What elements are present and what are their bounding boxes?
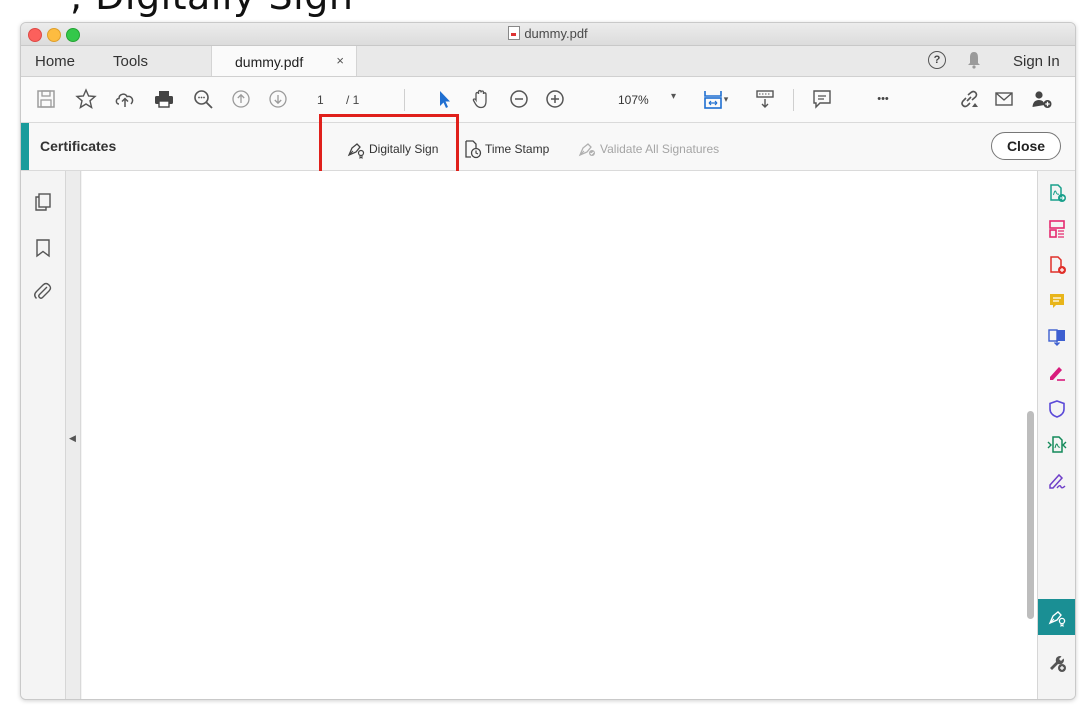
request-signatures-icon[interactable] xyxy=(1038,463,1075,499)
collapse-panel-handle[interactable]: ◀ xyxy=(66,171,81,699)
fill-sign-icon[interactable] xyxy=(1038,355,1075,391)
add-user-icon[interactable] xyxy=(1029,86,1055,112)
pdf-file-icon xyxy=(508,26,521,40)
zoom-dropdown-icon[interactable]: ▾ xyxy=(671,91,676,102)
more-tools-icon[interactable] xyxy=(1038,645,1075,681)
toolbar-accent xyxy=(21,123,29,170)
email-icon[interactable] xyxy=(991,86,1017,112)
combine-files-icon[interactable] xyxy=(1038,319,1075,355)
notifications-icon[interactable] xyxy=(967,51,981,69)
main-toolbar: 1 / 1 107% ▾ ▾ ••• xyxy=(21,77,1075,123)
document-page[interactable] xyxy=(82,171,1037,699)
page-thumbnails-icon[interactable] xyxy=(32,191,54,213)
left-navigation-panel xyxy=(21,171,66,699)
scrollbar-thumb[interactable] xyxy=(1027,411,1034,619)
window-title-text: dummy.pdf xyxy=(524,26,588,41)
next-page-icon[interactable] xyxy=(265,86,291,112)
scroll-mode-icon[interactable] xyxy=(752,86,778,112)
tab-bar: Home Tools dummy.pdf × ? Sign In xyxy=(21,46,1075,77)
sign-in-link[interactable]: Sign In xyxy=(1013,53,1060,70)
create-pdf-icon[interactable] xyxy=(1038,175,1075,211)
collapse-left-icon[interactable]: ◀ xyxy=(69,433,76,444)
save-icon[interactable] xyxy=(33,86,59,112)
page-total: / 1 xyxy=(346,93,360,107)
upload-cloud-icon[interactable] xyxy=(112,86,138,112)
time-stamp-icon xyxy=(465,140,482,159)
comment-icon[interactable] xyxy=(809,86,835,112)
select-pointer-icon[interactable] xyxy=(431,86,457,112)
zoom-out-icon[interactable] xyxy=(506,86,532,112)
page-number-input[interactable]: 1 xyxy=(317,93,324,107)
previous-page-icon[interactable] xyxy=(228,86,254,112)
bookmark-star-icon[interactable] xyxy=(73,86,99,112)
validate-signature-icon xyxy=(578,143,595,157)
zoom-in-icon[interactable] xyxy=(542,86,568,112)
title-bar: dummy.pdf xyxy=(21,23,1075,46)
toolbar-divider-2 xyxy=(793,89,794,111)
window-title: dummy.pdf xyxy=(21,26,1075,41)
export-pdf-icon[interactable] xyxy=(1038,247,1075,283)
share-link-icon[interactable] xyxy=(956,86,982,112)
validate-all-label: Validate All Signatures xyxy=(600,142,720,156)
attachments-icon[interactable] xyxy=(32,281,54,303)
vertical-scrollbar[interactable] xyxy=(1023,171,1037,699)
certificates-toolbar: Certificates Digitally Sign Time Stamp V… xyxy=(21,114,1075,177)
time-stamp-label: Time Stamp xyxy=(485,142,550,156)
certificates-title: Certificates xyxy=(40,138,117,154)
organize-pages-icon[interactable] xyxy=(1038,211,1075,247)
fit-dropdown-icon[interactable]: ▾ xyxy=(721,86,731,112)
print-icon[interactable] xyxy=(151,86,177,112)
zoom-find-icon[interactable] xyxy=(190,86,216,112)
more-tools-dots[interactable]: ••• xyxy=(870,86,896,112)
tools-pane xyxy=(1037,171,1075,699)
certificates-tool-icon[interactable] xyxy=(1038,599,1075,635)
page-heading-fragment: , Digitally Sign xyxy=(70,0,353,18)
compress-pdf-icon[interactable] xyxy=(1038,427,1075,463)
protect-icon[interactable] xyxy=(1038,391,1075,427)
tab-document-label: dummy.pdf xyxy=(235,54,304,70)
tab-tools[interactable]: Tools xyxy=(113,53,148,70)
close-tool-button[interactable]: Close xyxy=(991,132,1061,160)
close-tab-icon[interactable]: × xyxy=(336,53,344,68)
hand-tool-icon[interactable] xyxy=(468,86,494,112)
tab-home[interactable]: Home xyxy=(35,53,75,70)
zoom-level[interactable]: 107% xyxy=(618,93,649,107)
comment-tool-icon[interactable] xyxy=(1038,283,1075,319)
acrobat-window: dummy.pdf Home Tools dummy.pdf × ? Sign … xyxy=(20,22,1076,700)
highlight-box xyxy=(319,114,459,177)
help-icon[interactable]: ? xyxy=(928,51,946,69)
time-stamp-button[interactable]: Time Stamp xyxy=(462,139,549,159)
toolbar-divider xyxy=(404,89,405,111)
validate-all-signatures-button[interactable]: Validate All Signatures xyxy=(577,139,719,159)
bookmarks-icon[interactable] xyxy=(32,237,54,259)
tab-document[interactable]: dummy.pdf × xyxy=(211,46,357,76)
